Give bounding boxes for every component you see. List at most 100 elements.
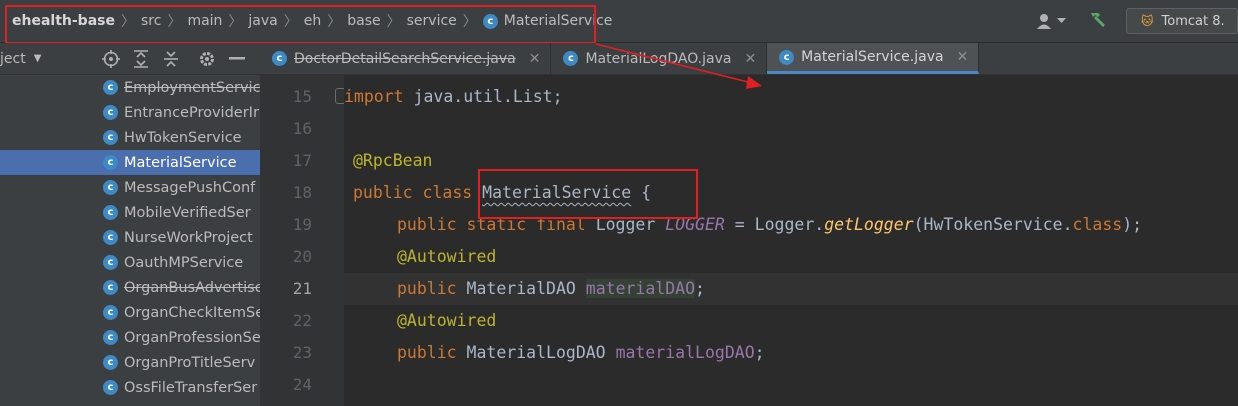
field-token: materialLogDAO	[615, 343, 755, 362]
breadcrumb-item-eh[interactable]: eh	[300, 13, 326, 29]
code-line-15[interactable]: import java.util.List;	[344, 81, 1238, 113]
code-line-17[interactable]: @RpcBean	[353, 145, 1238, 177]
line-number: 21	[292, 279, 312, 298]
class-name-token: MaterialService	[482, 183, 632, 202]
tree-item-label: OrganProfessionSe	[124, 329, 260, 346]
code-line-20[interactable]: @Autowired	[397, 241, 1238, 273]
type-token: Logger	[595, 215, 666, 234]
code-line-19[interactable]: public static final Logger LOGGER = Logg…	[397, 209, 1238, 241]
tree-item-label: OauthMPService	[124, 254, 244, 271]
java-class-icon: c	[482, 13, 498, 29]
method-token: getLogger	[824, 215, 914, 234]
locate-file-button[interactable]	[100, 48, 122, 70]
code-line-16[interactable]	[344, 113, 1238, 145]
user-menu-button[interactable]	[1036, 13, 1066, 29]
breadcrumb-item-project[interactable]: ehealth-base	[8, 13, 119, 29]
code-line-24[interactable]	[344, 369, 1238, 401]
hide-panel-button[interactable]	[226, 48, 248, 70]
java-class-icon: c	[103, 380, 118, 395]
close-icon[interactable]: ✕	[744, 51, 756, 67]
tree-item-label: MobileVerifiedSer	[124, 204, 251, 221]
toolbar-right: 🐱 Tomcat 8.	[1036, 0, 1238, 42]
tree-item-label: OrganBusAdvertise	[124, 279, 260, 296]
code-line-23[interactable]: public MaterialLogDAO materialLogDAO;	[397, 337, 1238, 369]
code-line-22[interactable]: @Autowired	[397, 305, 1238, 337]
project-view-selector[interactable]: ject ▼	[0, 51, 92, 67]
tree-item[interactable]: c EmploymentServic	[0, 75, 260, 100]
tree-item-label: MessagePushConf	[124, 179, 256, 196]
java-class-icon: c	[103, 280, 118, 295]
chevron-down-icon	[1057, 18, 1066, 23]
tree-item[interactable]: c OauthMPService	[0, 250, 260, 275]
breadcrumb-separator: 〉	[167, 14, 182, 30]
breadcrumb-separator: 〉	[228, 14, 243, 30]
breadcrumb-item-java[interactable]: java	[244, 13, 281, 29]
java-class-icon: c	[103, 155, 118, 170]
line-number: 18	[292, 183, 312, 202]
navigation-bar: ehealth-base 〉 src 〉 main 〉 java 〉 eh 〉 …	[0, 0, 1238, 43]
java-class-icon: c	[103, 255, 118, 270]
tab-doctor-detail-search-service[interactable]: c DoctorDetailSearchService.java ✕	[260, 43, 552, 74]
java-class-icon: c	[103, 105, 118, 120]
collapse-all-button[interactable]	[160, 48, 182, 70]
build-button[interactable]	[1088, 10, 1108, 32]
code-token: {	[631, 183, 652, 202]
run-configuration-selector[interactable]: 🐱 Tomcat 8.	[1126, 8, 1238, 34]
tree-item[interactable]: c NurseWorkProject	[0, 225, 260, 250]
hammer-icon	[1091, 13, 1105, 27]
keyword-token: class	[1072, 215, 1123, 234]
tree-item[interactable]: c HwTokenService	[0, 125, 260, 150]
line-number: 23	[292, 343, 312, 362]
java-class-icon: c	[103, 80, 118, 95]
tree-item-label: EntranceProviderIr	[124, 104, 259, 121]
code-editor[interactable]: import java.util.List; @RpcBean public c…	[344, 75, 1238, 406]
line-number: 24	[292, 375, 312, 394]
code-line-18[interactable]: public class MaterialService {	[353, 177, 1238, 209]
tree-item[interactable]: c MobileVerifiedSer	[0, 200, 260, 225]
collapse-all-icon	[164, 50, 178, 67]
java-class-icon: c	[103, 205, 118, 220]
code-line-21[interactable]: public MaterialDAO materialDAO;	[344, 273, 1238, 305]
annotation-token: @Autowired	[397, 311, 497, 330]
expand-all-button[interactable]	[130, 48, 152, 70]
user-icon	[1037, 14, 1051, 29]
breadcrumb-item-main[interactable]: main	[183, 13, 226, 29]
java-class-icon: c	[779, 49, 795, 65]
java-class-icon: c	[103, 230, 118, 245]
chevron-down-icon: ▼	[33, 53, 42, 64]
settings-button[interactable]	[196, 48, 218, 70]
tree-item-label: EmploymentServic	[124, 79, 260, 96]
tree-item[interactable]: c OrganCheckItemSe	[0, 300, 260, 325]
tree-item[interactable]: c OrganBusAdvertise	[0, 275, 260, 300]
breadcrumb-item-service[interactable]: service	[403, 13, 461, 29]
tree-item[interactable]: c MaterialService	[0, 150, 260, 175]
breadcrumb-item-base[interactable]: base	[343, 13, 384, 29]
crosshair-icon	[102, 49, 120, 68]
tree-item[interactable]: c OrganProTitleServ	[0, 350, 260, 375]
minimize-icon	[229, 56, 245, 59]
gear-icon	[200, 51, 214, 66]
close-icon[interactable]: ✕	[529, 51, 541, 67]
expand-all-icon	[134, 49, 148, 68]
tab-material-log-dao[interactable]: c MaterialLogDAO.java ✕	[551, 43, 768, 74]
tree-item-label: MaterialService	[124, 154, 237, 171]
keyword-token: public	[397, 279, 467, 298]
tab-label: MaterialService.java	[801, 49, 944, 65]
annotation-token: @Autowired	[397, 247, 497, 266]
breadcrumb-item-file[interactable]: c MaterialService	[479, 13, 612, 29]
tree-item[interactable]: c EntranceProviderIr	[0, 100, 260, 125]
tab-material-service[interactable]: c MaterialService.java ✕	[767, 43, 980, 74]
tree-item-label: OrganCheckItemSe	[124, 304, 260, 321]
keyword-token: public	[397, 343, 467, 362]
java-class-icon: c	[103, 355, 118, 370]
tab-label: MaterialLogDAO.java	[585, 50, 732, 67]
tree-item[interactable]: c OssFileTransferSer	[0, 375, 260, 400]
line-number: 20	[292, 247, 312, 266]
keyword-token: import	[344, 87, 404, 106]
tree-item[interactable]: c OrganProfessionSe	[0, 325, 260, 350]
type-token: MaterialDAO	[466, 279, 586, 298]
close-icon[interactable]: ✕	[957, 49, 969, 65]
tree-item[interactable]: c MessagePushConf	[0, 175, 260, 200]
code-token: = Logger.	[724, 215, 825, 234]
breadcrumb-item-src[interactable]: src	[137, 13, 165, 29]
